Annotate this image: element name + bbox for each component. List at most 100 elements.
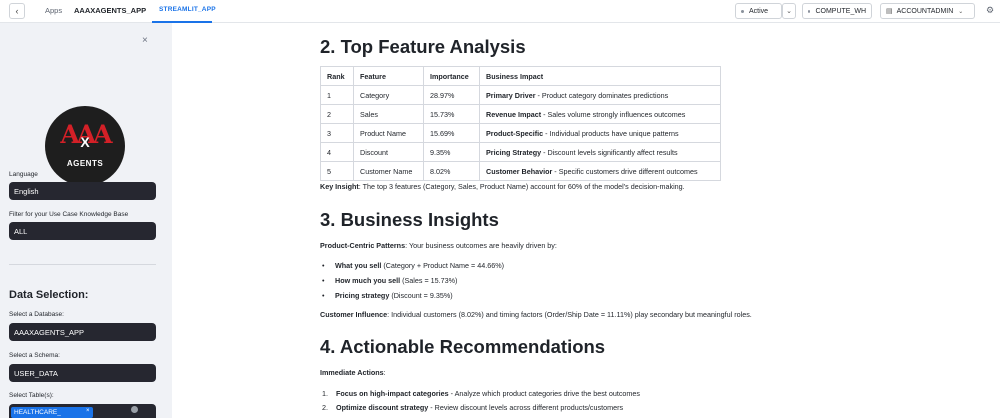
data-selection-heading: Data Selection:: [9, 289, 89, 301]
product-patterns: Product-Centric Patterns: Your business …: [320, 241, 557, 250]
cell-rank: 2: [320, 104, 354, 124]
status-dropdown[interactable]: Active: [735, 3, 782, 19]
warehouse-label: COMPUTE_WH: [815, 7, 866, 15]
schema-select[interactable]: USER_DATA: [9, 364, 156, 382]
warehouse-selector[interactable]: COMPUTE_WH: [802, 3, 872, 19]
role-label: ACCOUNTADMIN: [896, 7, 954, 15]
key-insight-bold: Key Insight: [320, 182, 359, 191]
bullet-text: (Sales = 15.73%): [400, 276, 458, 285]
cell-rank: 1: [320, 85, 354, 105]
clear-icon[interactable]: [131, 406, 138, 413]
database-select[interactable]: AAAXAGENTS_APP: [9, 323, 156, 341]
status-label: Active: [749, 7, 769, 15]
role-selector[interactable]: ▤ ACCOUNTADMIN ⌄: [880, 3, 975, 19]
gear-icon[interactable]: ⚙: [986, 5, 994, 16]
action-number: 1.: [322, 389, 328, 398]
action-text: - Review discount levels across differen…: [428, 403, 624, 412]
cell-impact: Pricing Strategy - Discount levels signi…: [479, 142, 721, 162]
cell-feature: Product Name: [353, 123, 424, 143]
action-bold: Focus on high-impact categories: [336, 389, 449, 398]
key-insight: Key Insight: The top 3 features (Categor…: [320, 182, 685, 191]
close-icon[interactable]: ×: [142, 35, 148, 46]
immediate-actions: Immediate Actions:: [320, 368, 386, 377]
cell-importance: 28.97%: [423, 85, 480, 105]
impact-bold: Revenue Impact: [486, 109, 542, 119]
breadcrumb-app-name[interactable]: AAAXAGENTS_APP: [74, 6, 146, 15]
section3-title: 3. Business Insights: [320, 209, 499, 230]
table-tag-label: HEALTHCARE_: [14, 409, 61, 416]
cell-impact: Product-Specific - Individual products h…: [479, 123, 721, 143]
filter-select[interactable]: ALL: [9, 222, 156, 240]
feature-table: Rank Feature Importance Business Impact …: [320, 66, 721, 181]
action-number: 2.: [322, 403, 328, 412]
list-item: Pricing strategy (Discount = 9.35%): [322, 291, 453, 300]
impact-bold: Pricing Strategy: [486, 147, 542, 157]
cell-feature: Sales: [353, 104, 424, 124]
table-tag[interactable]: HEALTHCARE_ ×: [11, 407, 93, 418]
bullet-text: (Discount = 9.35%): [389, 291, 453, 300]
section4-title: 4. Actionable Recommendations: [320, 336, 606, 357]
impact-bold: Primary Driver: [486, 90, 536, 100]
key-insight-text: : The top 3 features (Category, Sales, P…: [358, 182, 685, 191]
cell-rank: 5: [320, 161, 354, 181]
language-label: Language: [9, 171, 38, 178]
cell-impact: Customer Behavior - Specific customers d…: [479, 161, 721, 181]
header-impact: Business Impact: [479, 66, 721, 86]
tables-label: Select Table(s):: [9, 392, 54, 399]
immediate-colon: :: [383, 368, 386, 377]
chevron-left-icon: ‹: [15, 6, 19, 16]
role-icon: ▤: [886, 8, 893, 15]
list-item: 2. Optimize discount strategy - Review di…: [322, 403, 623, 412]
bullet-bold: How much you sell: [335, 276, 401, 285]
chevron-down-icon: ⌄: [958, 8, 964, 15]
divider: [9, 264, 156, 265]
main-content: 2. Top Feature Analysis Rank Feature Imp…: [172, 23, 1000, 418]
impact-text: - Product category dominates predictions: [535, 90, 669, 100]
impact-bold: Customer Behavior: [486, 166, 553, 176]
list-item: How much you sell (Sales = 15.73%): [322, 276, 457, 285]
header-rank: Rank: [320, 66, 354, 86]
tables-multiselect[interactable]: HEALTHCARE_ ×: [9, 404, 156, 418]
breadcrumb-apps[interactable]: Apps: [45, 6, 62, 15]
sidebar: × AAA X AGENTS Language English Filter f…: [0, 23, 172, 418]
impact-text: - Individual products have unique patter…: [543, 128, 679, 138]
table-row: 1 Category 28.97% Primary Driver - Produ…: [320, 85, 721, 105]
impact-text: - Sales volume strongly influences outco…: [541, 109, 686, 119]
language-select[interactable]: English: [9, 182, 156, 200]
database-label: Select a Database:: [9, 311, 64, 318]
impact-bold: Product-Specific: [486, 128, 544, 138]
tab-streamlit-app[interactable]: STREAMLIT_APP: [159, 6, 216, 13]
list-item: 1. Focus on high-impact categories - Anal…: [322, 389, 640, 398]
logo: AAA X AGENTS: [45, 106, 125, 186]
cell-impact: Revenue Impact - Sales volume strongly i…: [479, 104, 721, 124]
table-row: 3 Product Name 15.69% Product-Specific -…: [320, 123, 721, 143]
filter-label: Filter for your Use Case Knowledge Base: [9, 211, 129, 218]
impact-text: - Specific customers drive different out…: [552, 166, 698, 176]
warehouse-dot-icon: [808, 9, 811, 13]
logo-word: AGENTS: [66, 159, 104, 168]
table-header-row: Rank Feature Importance Business Impact: [320, 66, 721, 86]
pcp-bold: Product-Centric Patterns: [320, 241, 406, 250]
section2-title: 2. Top Feature Analysis: [320, 36, 526, 57]
customer-influence: Customer Influence: Individual customers…: [320, 310, 752, 319]
table-row: 2 Sales 15.73% Revenue Impact - Sales vo…: [320, 104, 721, 124]
bullet-bold: Pricing strategy: [335, 291, 390, 300]
header-importance: Importance: [423, 66, 480, 86]
cell-feature: Customer Name: [353, 161, 424, 181]
close-icon[interactable]: ×: [86, 408, 90, 414]
cell-feature: Category: [353, 85, 424, 105]
status-menu-button[interactable]: ⌄: [782, 3, 796, 19]
cell-rank: 4: [320, 142, 354, 162]
ci-text: : Individual customers (8.02%) and timin…: [387, 310, 752, 319]
cell-feature: Discount: [353, 142, 424, 162]
chevron-down-icon: ⌄: [786, 8, 792, 15]
status-dot-icon: [741, 9, 744, 13]
table-row: 5 Customer Name 8.02% Customer Behavior …: [320, 161, 721, 181]
action-bold: Optimize discount strategy: [336, 403, 429, 412]
action-text: - Analyze which product categories drive…: [448, 389, 640, 398]
cell-rank: 3: [320, 123, 354, 143]
back-button[interactable]: ‹: [9, 3, 25, 19]
logo-x: X: [80, 134, 90, 150]
pcp-text: : Your business outcomes are heavily dri…: [405, 241, 557, 250]
impact-text: - Discount levels significantly affect r…: [541, 147, 678, 157]
